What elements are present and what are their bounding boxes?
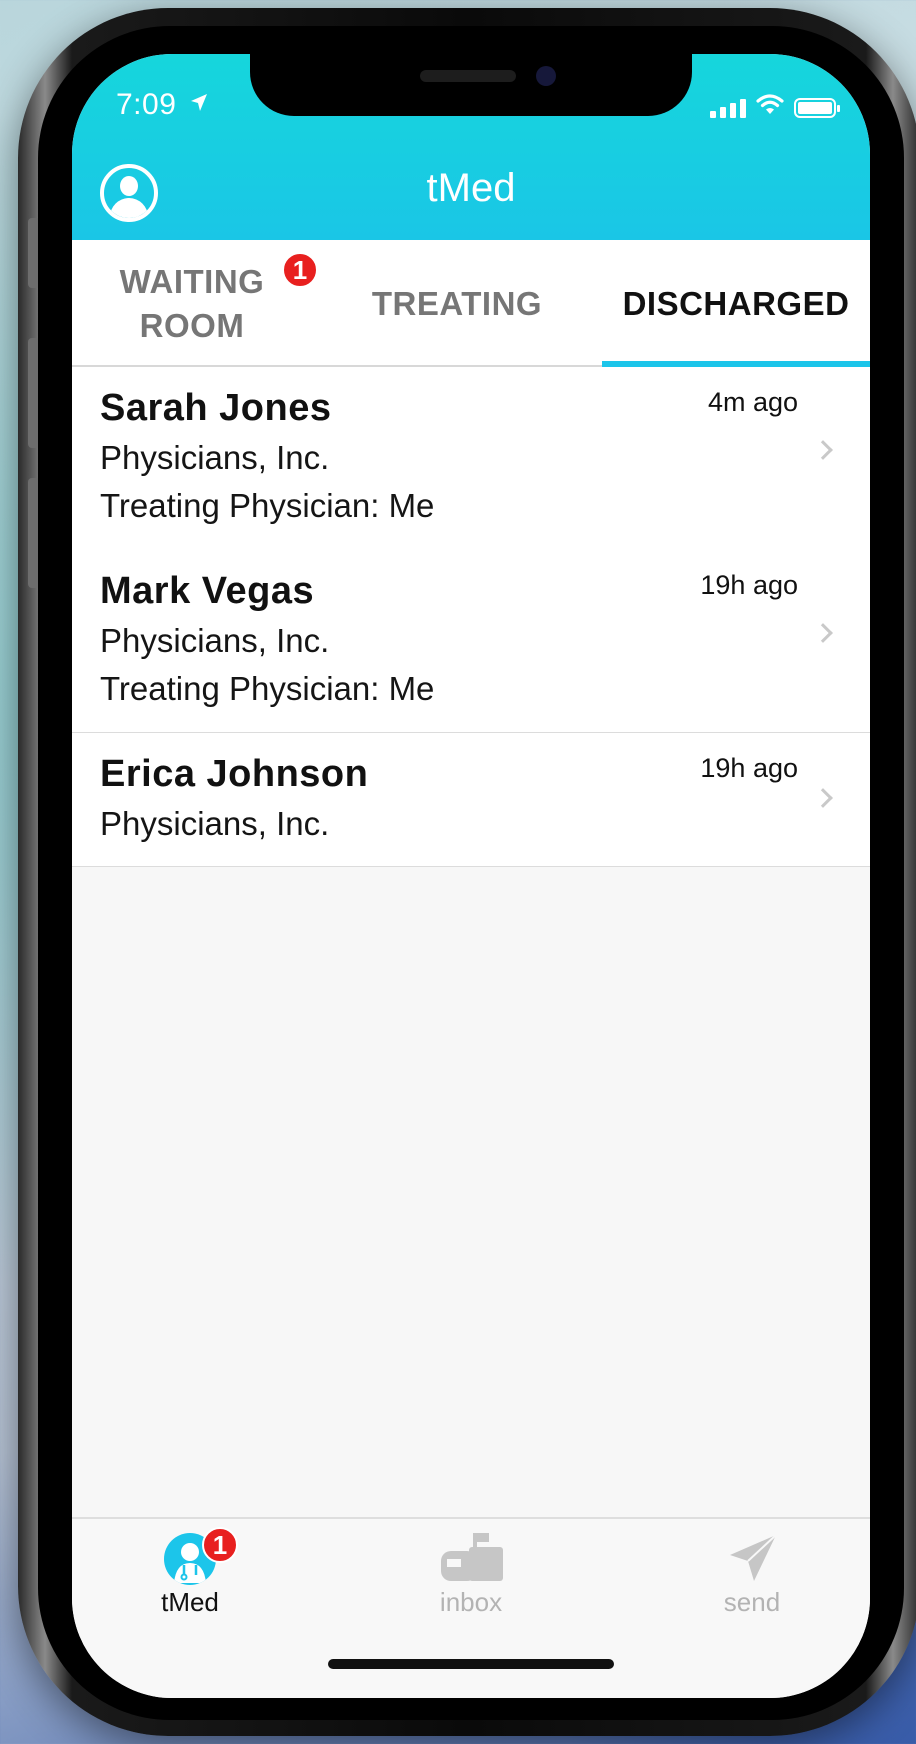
- tabbar-item-inbox[interactable]: inbox: [371, 1519, 571, 1629]
- patient-name: Erica Johnson: [100, 753, 369, 795]
- segment-tabs: WAITING ROOM 1 TREATING DISCHARGED: [72, 240, 870, 369]
- tab-waiting-room-line2: ROOM: [139, 306, 245, 344]
- waiting-room-badge: 1: [282, 252, 318, 288]
- signal-icon: [710, 98, 746, 118]
- patient-row[interactable]: Mark Vegas Physicians, Inc. Treating Phy…: [72, 550, 870, 733]
- patient-time: 19h ago: [700, 753, 798, 783]
- patient-org: Physicians, Inc.: [100, 622, 330, 659]
- patient-name: Sarah Jones: [100, 387, 332, 429]
- mailbox-icon: [439, 1529, 505, 1590]
- chevron-right-icon: [813, 440, 833, 460]
- patient-org: Physicians, Inc.: [100, 439, 330, 476]
- tabbar-label-send: send: [723, 1587, 781, 1617]
- treating-physician: Treating Physician: Me: [100, 670, 435, 707]
- status-icons: [710, 94, 840, 121]
- paper-plane-icon: [726, 1531, 780, 1590]
- front-camera: [536, 66, 556, 86]
- chevron-right-icon: [813, 788, 833, 808]
- patient-time: 19h ago: [700, 570, 798, 600]
- patient-time: 4m ago: [707, 387, 798, 417]
- patient-org: Physicians, Inc.: [100, 805, 330, 842]
- tab-waiting-room-line1: WAITING: [119, 262, 265, 300]
- tab-discharged-label: DISCHARGED: [622, 284, 850, 322]
- patient-name: Mark Vegas: [100, 570, 315, 612]
- phone-screen: 7:09 tMed WAITING ROOM 1 TREATING DISCHA…: [72, 54, 870, 1698]
- tabbar-item-send[interactable]: send: [652, 1519, 852, 1629]
- tabbar-item-tmed[interactable]: 1 tMed: [90, 1519, 290, 1629]
- chevron-right-icon: [813, 623, 833, 643]
- tab-treating-label: TREATING: [371, 284, 543, 322]
- speaker: [420, 70, 516, 82]
- wifi-icon: [756, 94, 784, 121]
- tab-treating[interactable]: TREATING: [332, 240, 582, 367]
- patient-list: Sarah Jones Physicians, Inc. Treating Ph…: [72, 367, 870, 867]
- patient-row[interactable]: Sarah Jones Physicians, Inc. Treating Ph…: [72, 367, 870, 550]
- app-title: tMed: [426, 166, 516, 210]
- status-time-text: 7:09: [116, 88, 177, 121]
- tab-discharged[interactable]: DISCHARGED: [602, 240, 870, 367]
- tabbar-label-inbox: inbox: [439, 1587, 503, 1617]
- patient-row[interactable]: Erica Johnson Physicians, Inc. 19h ago: [72, 733, 870, 867]
- status-bar-time: 7:09: [116, 88, 209, 122]
- app-header: 7:09 tMed: [72, 54, 870, 240]
- bottom-tab-bar: 1 tMed inbox send: [72, 1517, 870, 1698]
- tab-waiting-room[interactable]: WAITING ROOM: [92, 240, 292, 367]
- tmed-badge: 1: [202, 1527, 238, 1563]
- location-arrow-icon: [189, 88, 209, 122]
- treating-physician: Treating Physician: Me: [100, 487, 435, 524]
- battery-icon: [794, 97, 840, 118]
- tabbar-label-tmed: tMed: [161, 1587, 219, 1617]
- home-indicator[interactable]: [328, 1659, 614, 1669]
- notch: [250, 54, 692, 116]
